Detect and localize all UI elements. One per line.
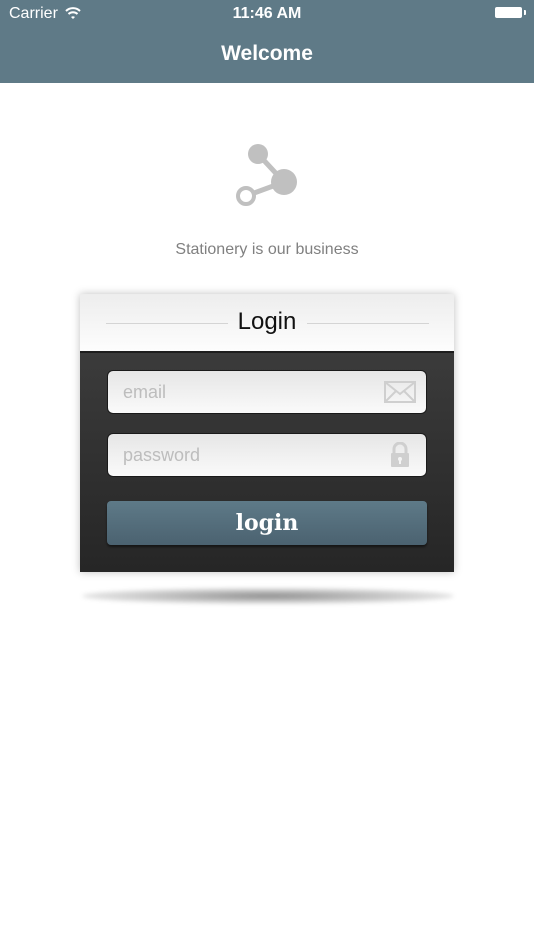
share-nodes-icon xyxy=(236,144,297,206)
lock-icon xyxy=(391,442,409,467)
battery-icon xyxy=(495,7,522,18)
login-card: Login login xyxy=(80,294,454,572)
login-card-header: Login xyxy=(80,294,454,353)
battery-tip xyxy=(524,10,526,15)
tagline: Stationery is our business xyxy=(175,241,359,258)
page-title: Welcome xyxy=(221,42,313,65)
login-button[interactable]: login xyxy=(107,501,427,545)
card-shadow xyxy=(82,588,454,604)
envelope-icon xyxy=(384,381,416,403)
login-title: Login xyxy=(237,308,297,335)
login-form: login xyxy=(80,353,454,572)
password-field[interactable] xyxy=(107,433,427,477)
email-field[interactable] xyxy=(107,370,427,414)
clock: 11:46 AM xyxy=(232,5,302,22)
password-input[interactable] xyxy=(123,434,373,476)
navigation-bar: Carrier 11:46 AM Welcome xyxy=(0,0,534,83)
email-input[interactable] xyxy=(123,371,373,413)
